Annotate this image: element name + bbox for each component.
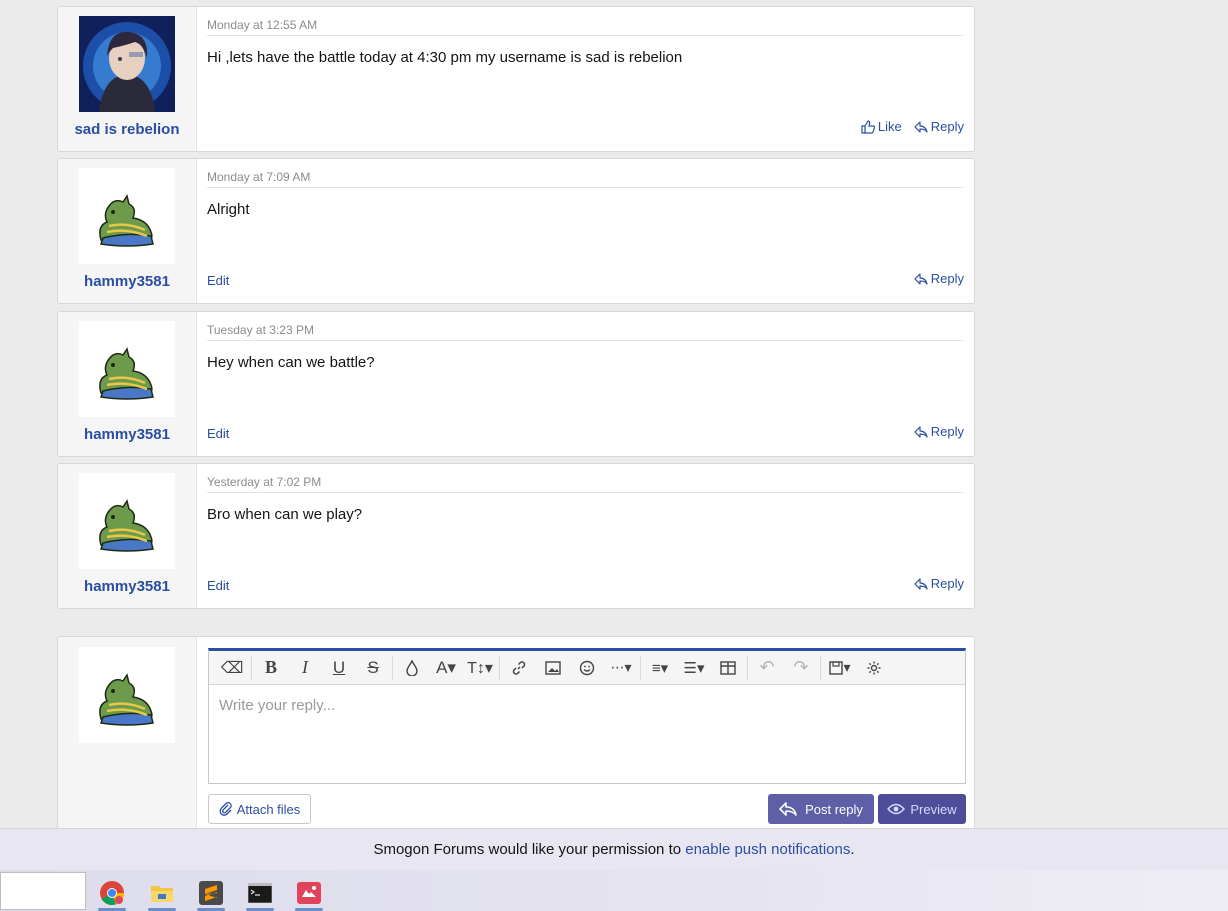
settings-gear-icon[interactable] — [857, 653, 891, 683]
edit-link[interactable]: Edit — [207, 578, 229, 593]
post-body: Hey when can we battle? — [207, 354, 375, 371]
taskbar — [0, 870, 1228, 911]
underline-icon[interactable]: U — [322, 653, 356, 683]
list-icon[interactable]: ☰▾ — [677, 653, 711, 683]
avatar[interactable] — [79, 321, 175, 417]
text-color-icon[interactable] — [395, 653, 429, 683]
post: hammy3581 Monday at 7:09 AM Alright Edit… — [57, 158, 975, 304]
post-body: Bro when can we play? — [207, 506, 363, 523]
reply-label: Reply — [930, 424, 964, 439]
divider — [251, 655, 252, 680]
divider — [207, 340, 964, 341]
post-body: Alright — [207, 201, 250, 218]
post-body: Hi ,lets have the battle today at 4:30 p… — [207, 49, 683, 66]
edit-link[interactable]: Edit — [207, 273, 229, 288]
username[interactable]: sad is rebelion — [58, 121, 196, 138]
reply-button[interactable]: Reply — [914, 576, 964, 591]
terminal-icon[interactable] — [238, 874, 282, 911]
divider — [207, 35, 964, 36]
avatar[interactable] — [79, 473, 175, 569]
reply-placeholder: Write your reply... — [219, 697, 336, 714]
reply-button[interactable]: Reply — [914, 271, 964, 286]
attach-files-label: Attach files — [236, 801, 301, 817]
sublime-text-icon[interactable] — [189, 874, 233, 911]
avatar[interactable] — [79, 16, 175, 112]
more-options-icon[interactable]: ⋯▾ — [604, 653, 638, 683]
push-notification-notice: Smogon Forums would like your permission… — [0, 828, 1228, 870]
paperclip-icon — [219, 802, 232, 816]
undo-icon[interactable]: ↶ — [750, 653, 784, 683]
align-icon[interactable]: ≡▾ — [643, 653, 677, 683]
like-label: Like — [877, 119, 902, 134]
avatar[interactable] — [79, 168, 175, 264]
avatar[interactable] — [79, 647, 175, 743]
font-size-icon[interactable]: T↕▾ — [463, 653, 497, 683]
username[interactable]: hammy3581 — [58, 578, 196, 595]
username[interactable]: hammy3581 — [58, 426, 196, 443]
post-user-panel: hammy3581 — [58, 312, 197, 456]
reply-icon — [914, 577, 928, 590]
reply-user-panel — [58, 637, 197, 835]
reply-label: Reply — [930, 119, 964, 134]
edit-link[interactable]: Edit — [207, 426, 229, 441]
username[interactable]: hammy3581 — [58, 273, 196, 290]
divider — [640, 655, 641, 680]
post: hammy3581 Yesterday at 7:02 PM Bro when … — [57, 463, 975, 609]
divider — [747, 655, 748, 680]
thumbs-up-icon — [861, 119, 875, 134]
post-date[interactable]: Monday at 7:09 AM — [207, 170, 310, 184]
notice-suffix: . — [850, 841, 855, 858]
italic-icon[interactable]: I — [288, 653, 322, 683]
redo-icon[interactable]: ↷ — [784, 653, 818, 683]
attach-files-button[interactable]: Attach files — [208, 794, 311, 824]
post-date[interactable]: Tuesday at 3:23 PM — [207, 323, 314, 337]
table-icon[interactable] — [711, 653, 745, 683]
like-button[interactable]: Like — [861, 119, 902, 134]
game-icon[interactable] — [287, 874, 331, 911]
taskbar-search-box[interactable] — [0, 872, 86, 910]
reply-textarea[interactable]: Write your reply... — [209, 685, 965, 784]
preview-button[interactable]: Preview — [878, 794, 966, 824]
clear-formatting-icon[interactable]: ⌫ — [215, 653, 249, 683]
post-user-panel: sad is rebelion — [58, 7, 197, 151]
divider — [392, 655, 393, 680]
post-user-panel: hammy3581 — [58, 159, 197, 303]
link-icon[interactable] — [502, 653, 536, 683]
reply-label: Reply — [930, 271, 964, 286]
rich-text-editor: ⌫ B I U S A▾ T↕▾ ⋯▾ ≡▾ ☰▾ ↶ ↷ ▾ Write yo… — [208, 648, 966, 784]
preview-label: Preview — [910, 801, 957, 817]
bold-icon[interactable]: B — [254, 653, 288, 683]
reply-button[interactable]: Reply — [914, 119, 964, 134]
reply-icon — [914, 120, 928, 133]
chrome-icon[interactable] — [90, 874, 134, 911]
image-icon[interactable] — [536, 653, 570, 683]
editor-toolbar: ⌫ B I U S A▾ T↕▾ ⋯▾ ≡▾ ☰▾ ↶ ↷ ▾ — [209, 651, 965, 685]
post-date[interactable]: Yesterday at 7:02 PM — [207, 475, 321, 489]
post: hammy3581 Tuesday at 3:23 PM Hey when ca… — [57, 311, 975, 457]
divider — [207, 492, 964, 493]
post-user-panel: hammy3581 — [58, 464, 197, 608]
eye-icon — [887, 803, 906, 815]
reply-label: Reply — [930, 576, 964, 591]
file-explorer-icon[interactable] — [140, 874, 184, 911]
reply-button[interactable]: Reply — [914, 424, 964, 439]
post-reply-label: Post reply — [805, 801, 863, 817]
notice-text: Smogon Forums would like your permission… — [373, 841, 686, 858]
reply-icon — [779, 802, 797, 816]
strikethrough-icon[interactable]: S — [356, 653, 390, 683]
divider — [499, 655, 500, 680]
emoji-icon[interactable] — [570, 653, 604, 683]
reply-icon — [914, 425, 928, 438]
post-date[interactable]: Monday at 12:55 AM — [207, 18, 317, 32]
divider — [207, 187, 964, 188]
post-reply-button[interactable]: Post reply — [768, 794, 874, 824]
quick-reply: ⌫ B I U S A▾ T↕▾ ⋯▾ ≡▾ ☰▾ ↶ ↷ ▾ Write yo… — [57, 636, 975, 836]
divider — [820, 655, 821, 680]
post: sad is rebelion Monday at 12:55 AM Hi ,l… — [57, 6, 975, 152]
enable-push-notifications-link[interactable]: enable push notifications — [685, 841, 850, 858]
reply-icon — [914, 272, 928, 285]
font-family-icon[interactable]: A▾ — [429, 653, 463, 683]
drafts-icon[interactable]: ▾ — [823, 653, 857, 683]
